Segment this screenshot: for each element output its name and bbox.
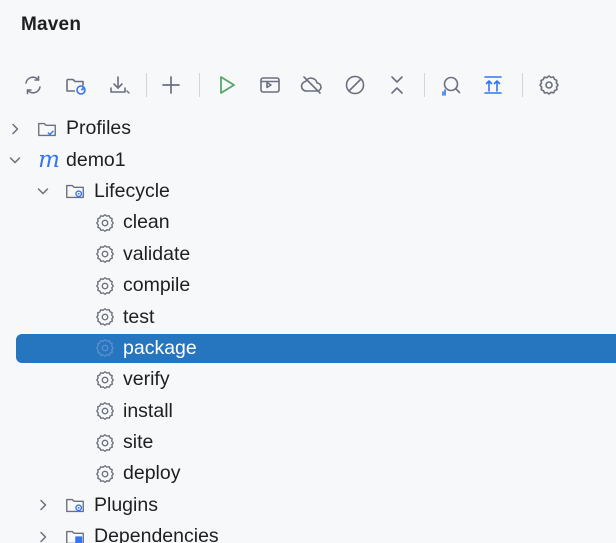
gear-icon: [93, 368, 117, 392]
toolbar-separator: [522, 73, 523, 97]
execute-goal-icon[interactable]: [255, 70, 285, 100]
tree-item-goal-compile[interactable]: compile: [0, 270, 616, 301]
run-icon[interactable]: [212, 70, 242, 100]
tree-item-label: package: [123, 336, 197, 359]
chevron-down-icon[interactable]: [5, 150, 25, 170]
settings-icon[interactable]: [534, 70, 564, 100]
reload-project-icon[interactable]: [61, 70, 91, 100]
chevron-down-icon[interactable]: [33, 181, 53, 201]
toggle-offline-icon[interactable]: [297, 70, 327, 100]
tree-item-goal-clean[interactable]: clean: [0, 207, 616, 238]
toolbar-separator: [424, 73, 425, 97]
tree-item-goal-site[interactable]: site: [0, 427, 616, 458]
dependencies-folder-icon: [63, 525, 87, 543]
show-dependencies-icon[interactable]: [436, 70, 466, 100]
tree-item-goal-install[interactable]: install: [0, 396, 616, 427]
tree-item-profiles[interactable]: Profiles: [0, 113, 616, 144]
lifecycle-folder-icon: [63, 179, 87, 203]
add-project-icon[interactable]: [156, 70, 186, 100]
tree-item-dependencies[interactable]: Dependencies: [0, 521, 616, 543]
chevron-right-icon[interactable]: [5, 119, 25, 139]
gear-icon: [93, 399, 117, 423]
gear-icon: [93, 274, 117, 298]
tree-item-label: Plugins: [94, 493, 158, 516]
tree-item-label: deploy: [123, 462, 181, 485]
panel-title: Maven: [21, 14, 82, 35]
collapse-all-icon[interactable]: [382, 70, 412, 100]
gear-icon: [93, 242, 117, 266]
tree-item-label: test: [123, 305, 155, 328]
reload-all-icon[interactable]: [18, 70, 48, 100]
tree-item-goal-test[interactable]: test: [0, 301, 616, 332]
chevron-right-icon[interactable]: [33, 495, 53, 515]
gear-icon: [93, 211, 117, 235]
panel-header: Maven: [0, 0, 616, 50]
profiles-folder-icon: [35, 117, 59, 141]
expand-all-icon[interactable]: [478, 70, 508, 100]
tree-item-goal-package[interactable]: package: [0, 333, 616, 364]
maven-tool-window: Maven Profiles m demo1 Lifecycle clean v…: [0, 0, 616, 543]
toolbar-separator: [146, 73, 147, 97]
tree-item-lifecycle[interactable]: Lifecycle: [0, 176, 616, 207]
tree-item-label: verify: [123, 368, 170, 391]
tree-item-plugins[interactable]: Plugins: [0, 490, 616, 521]
download-sources-icon[interactable]: [104, 70, 134, 100]
tree-item-label: clean: [123, 211, 170, 234]
tree-item-label: Lifecycle: [94, 179, 170, 202]
toolbar-separator: [199, 73, 200, 97]
tree-item-label: demo1: [66, 148, 126, 171]
tree-item-label: site: [123, 431, 154, 454]
tree-item-label: compile: [123, 274, 191, 297]
maven-tree: Profiles m demo1 Lifecycle clean validat…: [0, 113, 616, 543]
gear-icon: [93, 431, 117, 455]
tree-item-goal-validate[interactable]: validate: [0, 239, 616, 270]
skip-tests-icon[interactable]: [340, 70, 370, 100]
tree-item-label: install: [123, 399, 173, 422]
tree-item-goal-verify[interactable]: verify: [0, 364, 616, 395]
tree-item-project[interactable]: m demo1: [0, 144, 616, 175]
tree-item-goal-deploy[interactable]: deploy: [0, 458, 616, 489]
maven-toolbar: [0, 70, 616, 100]
gear-icon: [93, 336, 117, 360]
chevron-right-icon[interactable]: [33, 527, 53, 543]
gear-icon: [93, 305, 117, 329]
gear-icon: [93, 462, 117, 486]
maven-project-icon: m: [38, 146, 60, 173]
tree-item-label: Dependencies: [94, 525, 219, 543]
tree-item-label: Profiles: [66, 117, 132, 140]
plugins-folder-icon: [63, 493, 87, 517]
tree-item-label: validate: [123, 242, 191, 265]
